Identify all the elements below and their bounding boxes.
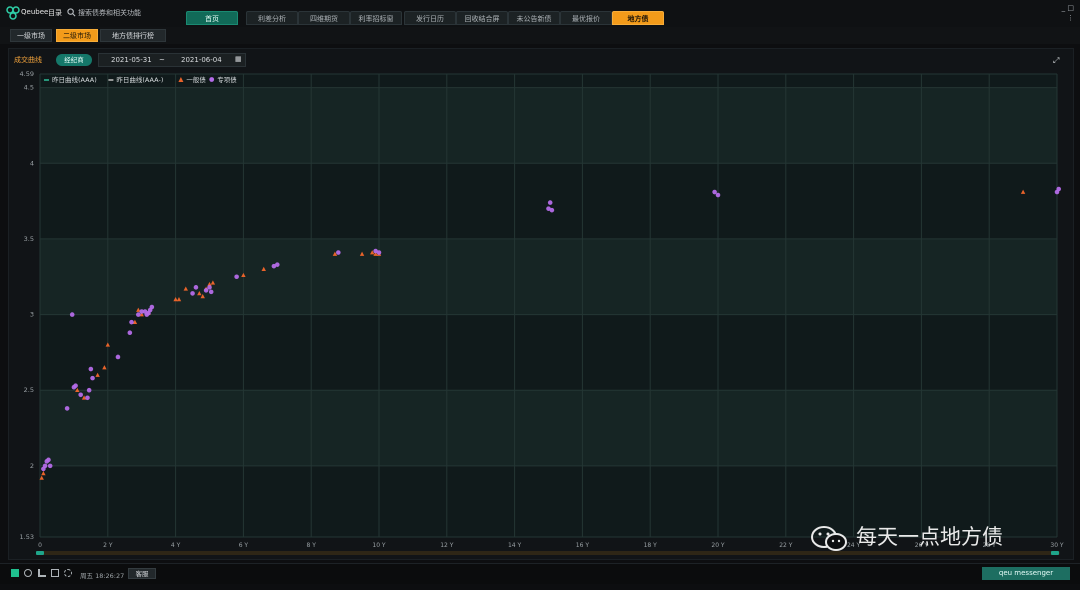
- special-bond-point: [42, 463, 48, 469]
- x-tick-label: 10 Y: [372, 542, 386, 549]
- legend-label: 一般债: [186, 75, 206, 84]
- x-tick-label: 2 Y: [103, 542, 113, 549]
- y-tick-label: 1.53: [20, 533, 34, 541]
- status-bar: [0, 563, 1080, 584]
- x-tick-label: 0: [38, 542, 42, 549]
- x-tick-label: 18 Y: [644, 542, 658, 549]
- user-icon[interactable]: [51, 569, 59, 577]
- cursor-icon[interactable]: [38, 569, 46, 577]
- special-bond-point: [549, 207, 555, 213]
- special-bond-point: [336, 250, 341, 255]
- special-bond-point: [376, 250, 382, 255]
- x-tick-label: 14 Y: [508, 542, 522, 549]
- yield-curve-chart: 1.53 2 2.5 3 3.5 4 4.5 4.59 0 2 Y 4 Y 6 Y 8 Y 10 Y 12 …: [20, 70, 1064, 555]
- x-tick-label: 16 Y: [576, 542, 590, 549]
- special-bond-point: [1056, 186, 1061, 192]
- range-slider-handle-right: [1051, 551, 1059, 555]
- special-bond-point: [190, 291, 195, 296]
- settings-icon[interactable]: [64, 569, 72, 577]
- y-tick-label: 4: [30, 159, 34, 167]
- x-tick-label: 20 Y: [711, 542, 725, 549]
- messenger-button[interactable]: qeu messenger: [982, 567, 1070, 580]
- legend-label: 昨日曲线(AAA): [52, 75, 97, 84]
- range-slider: [36, 551, 1060, 555]
- y-tick-label: 4.5: [24, 84, 34, 92]
- y-tick-label: 3: [30, 311, 34, 319]
- legend-label: 昨日曲线(AAA-): [116, 75, 163, 84]
- connection-status-icon: [11, 569, 19, 577]
- grid-band: [40, 390, 1057, 466]
- special-bond-point: [547, 200, 553, 205]
- special-bond-point: [69, 312, 75, 317]
- special-bond-point: [275, 262, 280, 267]
- special-bond-point: [64, 406, 70, 411]
- help-icon[interactable]: [24, 569, 32, 577]
- special-bond-point: [234, 274, 239, 280]
- x-tick-label: 8 Y: [307, 542, 317, 549]
- special-bond-point: [78, 392, 83, 398]
- x-tick-label: 6 Y: [239, 542, 249, 549]
- range-slider-handle-left: [36, 551, 44, 555]
- special-bond-point: [127, 330, 133, 336]
- special-bond-point: [208, 289, 214, 295]
- grid-band: [40, 238, 1057, 315]
- special-bond-point: [115, 354, 121, 360]
- special-bond-point: [129, 319, 134, 325]
- special-bond-point: [193, 285, 199, 290]
- special-bond-point: [88, 366, 94, 372]
- legend-circle-marker: [209, 77, 215, 82]
- legend-label: 专项债: [217, 75, 237, 84]
- wechat-icon: [811, 526, 847, 551]
- special-bond-point: [149, 304, 155, 310]
- special-bond-point: [46, 457, 51, 463]
- y-tick-label: 2.5: [24, 386, 34, 394]
- watermark-text: 每天一点地方债: [856, 525, 1003, 549]
- x-tick-label: 4 Y: [171, 542, 181, 549]
- status-time: 周五 18:26:27: [80, 572, 125, 580]
- special-bond-point: [715, 192, 721, 198]
- special-bond-point: [90, 375, 95, 381]
- special-bond-point: [85, 395, 90, 401]
- customer-service-button[interactable]: 客服: [128, 568, 156, 579]
- x-tick-label: 22 Y: [779, 542, 793, 549]
- y-tick-label: 2: [30, 462, 34, 470]
- special-bond-point: [47, 463, 53, 469]
- grid-band: [40, 87, 1057, 164]
- special-bond-point: [207, 285, 212, 290]
- y-tick-label: 3.5: [24, 235, 34, 243]
- y-tick-label: 4.59: [20, 70, 34, 78]
- special-bond-point: [73, 383, 78, 388]
- x-tick-label: 30 Y: [1050, 542, 1064, 549]
- x-tick-label: 12 Y: [440, 542, 454, 549]
- special-bond-point: [86, 387, 92, 393]
